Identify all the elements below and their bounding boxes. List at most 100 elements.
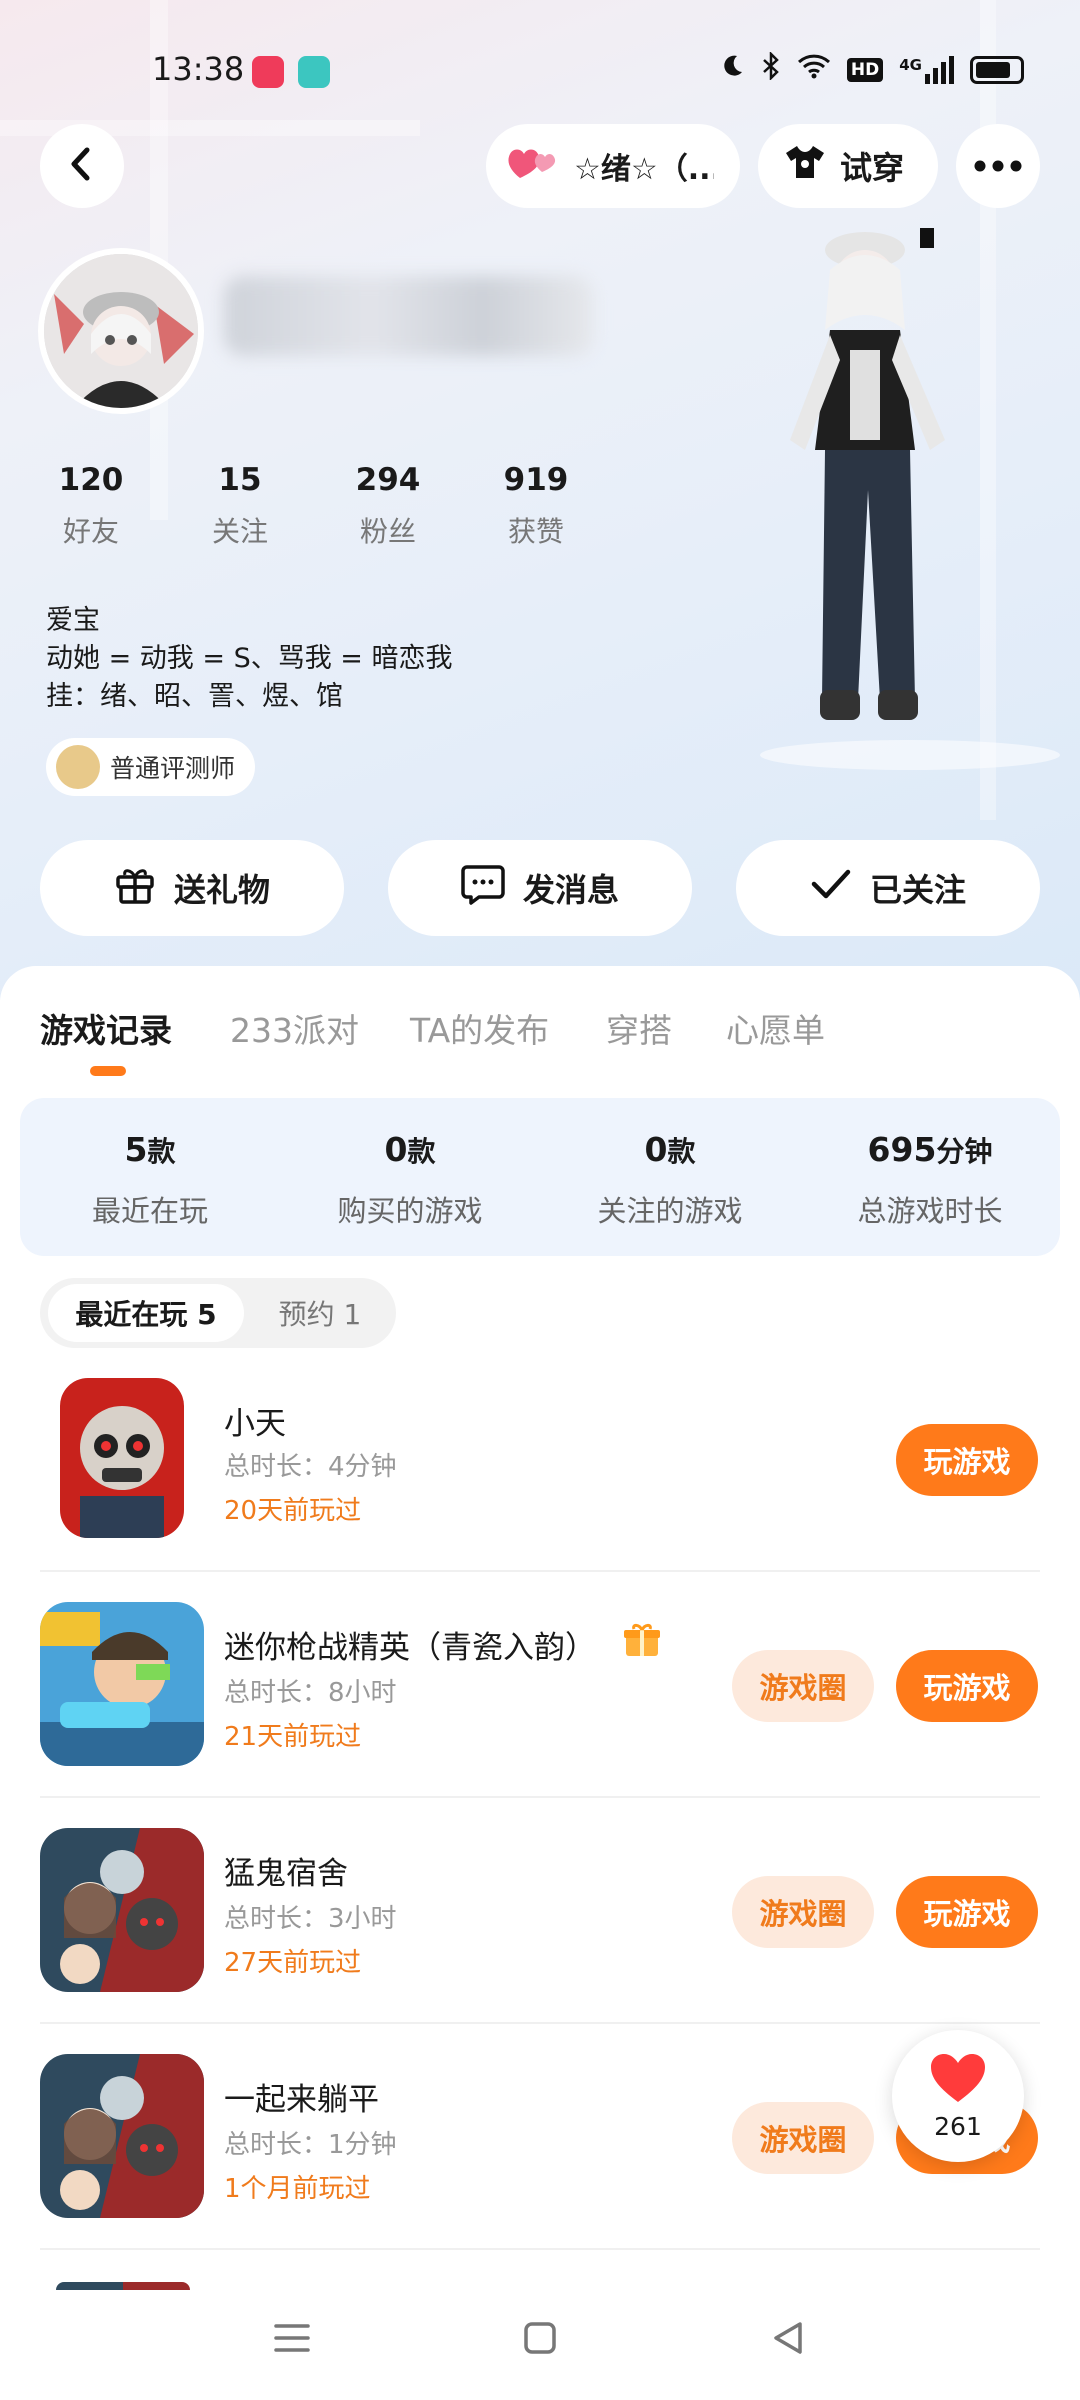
game-icon-mini-gun-elite[interactable] (40, 1602, 204, 1766)
summary-count: 5 (124, 1130, 148, 1169)
game-icon-lie-flat[interactable] (40, 2054, 204, 2218)
back-button[interactable] (40, 124, 124, 208)
game-circle-button[interactable]: 游戏圈 (732, 1876, 874, 1948)
game-name: 小天 (224, 1406, 286, 1442)
game-circle-button[interactable]: 游戏圈 (732, 2102, 874, 2174)
back-nav-icon[interactable] (770, 2320, 806, 2360)
summary-unit: 分钟 (936, 1135, 993, 1168)
game-last-played: 27天前玩过 (224, 1948, 362, 1978)
summary-label: 总游戏时长 (857, 1194, 1003, 1228)
game-name: 猛鬼宿舍 (224, 1856, 348, 1892)
segment-recent[interactable]: 最近在玩 5 (48, 1284, 244, 1342)
music-app-icon (252, 56, 284, 88)
summary-purchased: 0款 购买的游戏 (280, 1130, 540, 1230)
reviewer-badge[interactable]: 普通评测师 (46, 738, 256, 796)
game-last-played: 1个月前玩过 (224, 2174, 371, 2204)
tab-wishlist[interactable]: 心愿单 (726, 1004, 825, 1052)
like-count: 261 (934, 2111, 982, 2141)
stat-fans[interactable]: 294 粉丝 (333, 462, 443, 550)
back-arrow-icon (67, 146, 97, 186)
stat-label: 关注 (211, 515, 268, 548)
bluetooth-icon (761, 50, 781, 87)
summary-count: 0 (384, 1130, 408, 1169)
tab-ta-posts[interactable]: TA的发布 (410, 1004, 549, 1052)
game-name: 迷你枪战精英（青瓷入韵） (224, 1630, 596, 1666)
summary-recent-playing: 5款 最近在玩 (20, 1130, 280, 1230)
blurred-username (224, 276, 594, 356)
signal-icon: 4G (899, 55, 954, 84)
game-duration: 总时长：3小时 (224, 1904, 397, 1934)
tab-game-records[interactable]: 游戏记录 (40, 1004, 172, 1052)
user-bio: 爱宝 动她 = 动我 = S、骂我 = 暗恋我 挂：绪、昭、詈、煜、馆 (46, 602, 453, 716)
game-icon-ghost-dorm[interactable] (40, 1828, 204, 1992)
summary-unit: 款 (667, 1135, 696, 1168)
stat-value: 120 (58, 462, 124, 498)
bio-line: 挂：绪、昭、詈、煜、馆 (46, 681, 343, 712)
send-gift-label: 送礼物 (173, 871, 270, 909)
hd-icon: HD (846, 57, 884, 82)
followed-button[interactable]: 已关注 (736, 840, 1040, 936)
game-icon-xiaotian[interactable] (60, 1378, 184, 1538)
stat-value: 15 (218, 462, 262, 498)
couple-label: ☆绪☆（... (574, 152, 714, 187)
summary-label: 关注的游戏 (597, 1194, 743, 1228)
moon-icon (719, 53, 745, 86)
badge-label: 普通评测师 (110, 754, 236, 783)
game-duration: 总时长：1分钟 (224, 2130, 397, 2160)
try-on-button[interactable]: 试穿 (758, 124, 938, 208)
avatar-character-figure[interactable] (770, 220, 1010, 760)
chat-bubble-icon (461, 863, 505, 913)
play-game-button[interactable]: 玩游戏 (896, 1876, 1038, 1948)
stat-label: 粉丝 (359, 515, 416, 548)
status-time: 13:38 (152, 50, 245, 88)
active-tab-indicator (90, 1066, 126, 1076)
home-nav-icon[interactable] (522, 2320, 558, 2360)
heart-icon (929, 2052, 987, 2108)
like-float-button[interactable]: 261 (892, 2030, 1024, 2162)
segment-reserved[interactable]: 预约 1 (250, 1284, 390, 1342)
status-bar: 13:38 HD 4G (0, 0, 1080, 140)
more-icon (974, 157, 1022, 176)
bio-line: 动她 = 动我 = S、骂我 = 暗恋我 (46, 643, 453, 674)
game-duration: 总时长：4分钟 (224, 1452, 397, 1482)
game-icon-partial (56, 2282, 190, 2290)
send-message-button[interactable]: 发消息 (388, 840, 692, 936)
reviewer-badge-icon (56, 745, 100, 789)
stat-label: 好友 (62, 515, 119, 548)
couple-relation-button[interactable]: ☆绪☆（... (486, 124, 740, 208)
summary-count: 695 (867, 1130, 937, 1169)
summary-unit: 款 (407, 1135, 436, 1168)
summary-count: 0 (644, 1130, 668, 1169)
double-heart-icon (506, 142, 560, 190)
stat-friends[interactable]: 120 好友 (36, 462, 146, 550)
summary-label: 最近在玩 (91, 1194, 208, 1228)
checkmark-icon (810, 867, 852, 909)
game-last-played: 21天前玩过 (224, 1722, 362, 1752)
bio-line: 爱宝 (46, 605, 100, 636)
game-circle-button[interactable]: 游戏圈 (732, 1650, 874, 1722)
send-gift-button[interactable]: 送礼物 (40, 840, 344, 936)
battery-icon (970, 55, 1024, 84)
play-game-button[interactable]: 玩游戏 (896, 1424, 1038, 1496)
user-avatar[interactable] (38, 248, 204, 414)
stat-value: 294 (355, 462, 421, 498)
gift-icon (114, 863, 156, 913)
stat-likes[interactable]: 919 获赞 (481, 462, 591, 550)
tab-233-party[interactable]: 233派对 (230, 1004, 359, 1052)
try-on-label: 试穿 (840, 149, 905, 187)
send-message-label: 发消息 (522, 871, 619, 909)
row-divider (40, 2022, 1040, 2024)
game-name: 一起来躺平 (224, 2082, 379, 2118)
play-game-button[interactable]: 玩游戏 (896, 1650, 1038, 1722)
row-divider (40, 1570, 1040, 1572)
game-duration: 总时长：8小时 (224, 1678, 397, 1708)
summary-unit: 款 (147, 1135, 176, 1168)
stat-label: 获赞 (507, 515, 564, 548)
summary-label: 购买的游戏 (337, 1194, 483, 1228)
stat-following[interactable]: 15 关注 (185, 462, 295, 550)
tab-outfits[interactable]: 穿搭 (606, 1004, 672, 1052)
row-divider (40, 2248, 1040, 2250)
row-divider (40, 1796, 1040, 1798)
menu-nav-icon[interactable] (272, 2320, 312, 2360)
more-button[interactable] (956, 124, 1040, 208)
